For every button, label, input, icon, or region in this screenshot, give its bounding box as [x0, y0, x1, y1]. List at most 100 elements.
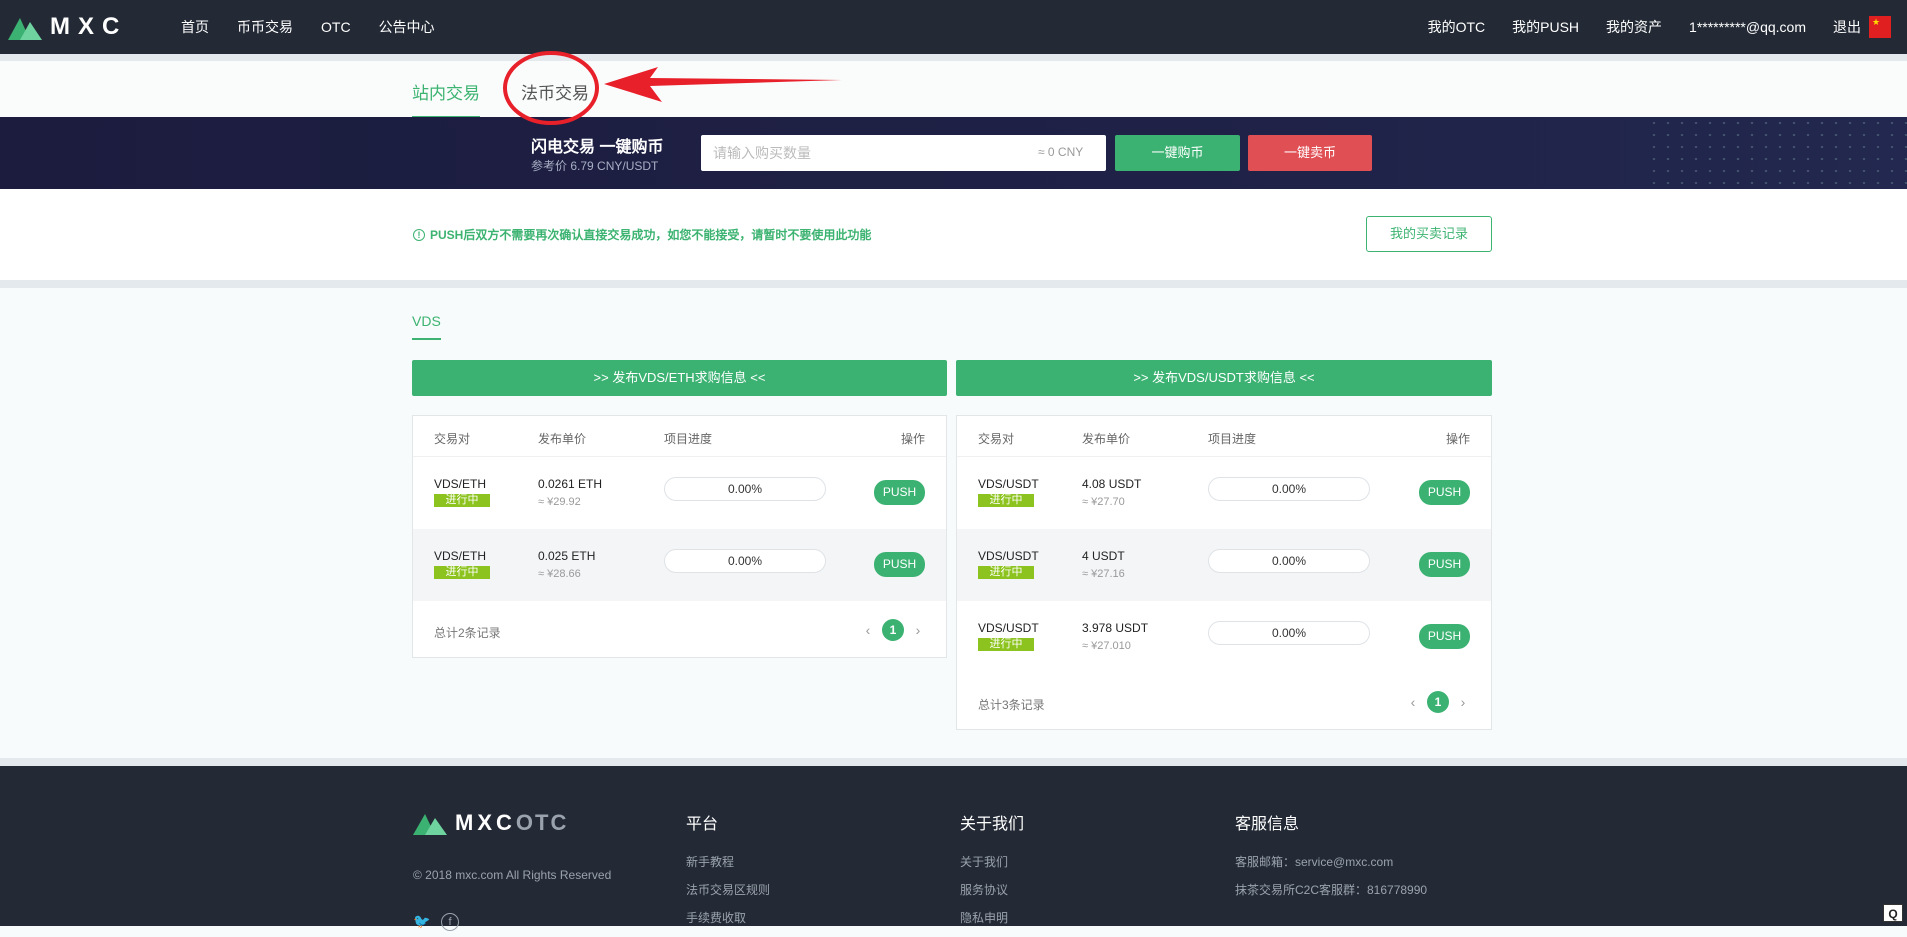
trade-tabs: 站内交易 法币交易: [0, 61, 1907, 118]
footer-link[interactable]: 关于我们: [960, 853, 1024, 870]
primary-nav: 首页 币币交易 OTC 公告中心: [181, 0, 463, 54]
divider: [0, 280, 1907, 288]
quick-buy-button[interactable]: 一键购币: [1115, 135, 1240, 171]
my-trade-records-button[interactable]: 我的买卖记录: [1366, 216, 1492, 252]
price-value: 0.0261 ETH: [538, 477, 603, 491]
service-email: 客服邮箱：service@mxc.com: [1235, 855, 1394, 869]
tab-internal-trade[interactable]: 站内交易: [412, 79, 480, 118]
main-content: VDS >> 发布VDS/ETH求购信息 << >> 发布VDS/USDT求购信…: [0, 288, 1907, 758]
table-row: VDS/ETH 进行中 0.0261 ETH ≈ ¥29.92 0.00% PUSH: [413, 457, 946, 529]
page-number[interactable]: 1: [1427, 691, 1449, 713]
push-button[interactable]: PUSH: [1419, 552, 1470, 577]
price-cny: ≈ ¥29.92: [538, 496, 581, 508]
brand-name: MXC: [50, 13, 128, 40]
info-icon: !: [413, 228, 425, 241]
status-badge: 进行中: [978, 638, 1034, 651]
col-pair: 交易对: [434, 432, 471, 446]
prev-page-icon[interactable]: ‹: [1406, 694, 1420, 710]
progress-bar: 0.00%: [1208, 621, 1370, 645]
push-button[interactable]: PUSH: [1419, 624, 1470, 649]
page-number[interactable]: 1: [882, 619, 904, 641]
footer-link[interactable]: 新手教程: [686, 853, 770, 870]
nav-user-email[interactable]: 1*********@qq.com: [1689, 19, 1806, 35]
vds-eth-panel: 交易对 发布单价 项目进度 操作 VDS/ETH 进行中 0.0261 ETH ≈ …: [412, 415, 947, 658]
reference-price: 参考价 6.79 CNY/USDT: [531, 159, 659, 173]
table-row: VDS/USDT 进行中 4.08 USDT ≈ ¥27.70 0.00% PUSH: [957, 457, 1491, 529]
pagination: ‹ 1 ›: [861, 619, 925, 641]
col-progress: 项目进度: [1208, 432, 1257, 446]
nav-announcements[interactable]: 公告中心: [379, 17, 435, 37]
footer-service: 客服信息 客服邮箱：service@mxc.com 抹茶交易所C2C客服群：81…: [1235, 810, 1427, 909]
nav-logout[interactable]: 退出: [1833, 17, 1861, 37]
status-badge: 进行中: [978, 566, 1034, 579]
social-links: 🐦 f: [413, 913, 459, 931]
divider: [0, 54, 1907, 61]
price-cny: ≈ ¥28.66: [538, 568, 581, 580]
footer-link[interactable]: 法币交易区规则: [686, 881, 770, 898]
nav-coin-trading[interactable]: 币币交易: [237, 17, 293, 37]
twitter-icon[interactable]: 🐦: [413, 913, 431, 931]
nav-my-otc[interactable]: 我的OTC: [1428, 17, 1486, 37]
footer-heading: 关于我们: [960, 816, 1025, 833]
nav-my-assets[interactable]: 我的资产: [1606, 17, 1662, 37]
mxc-logo-icon: [8, 18, 42, 40]
tab-fiat-trade[interactable]: 法币交易: [521, 79, 589, 116]
search-corner-icon[interactable]: Q: [1883, 904, 1903, 922]
pair-cell: VDS/USDT 进行中: [978, 549, 1039, 579]
copyright: © 2018 mxc.com All Rights Reserved: [413, 868, 612, 882]
table-row: VDS/USDT 进行中 4 USDT ≈ ¥27.16 0.00% PUSH: [957, 529, 1491, 601]
flash-title: 闪电交易 一键购币: [531, 139, 664, 156]
tab-vds[interactable]: VDS: [412, 313, 441, 340]
flash-trade-banner: 闪电交易 一键购币 参考价 6.79 CNY/USDT ≈ 0 CNY 一键购币…: [0, 117, 1907, 189]
footer-logo[interactable]: MXC OTC: [413, 810, 568, 836]
push-button[interactable]: PUSH: [1419, 480, 1470, 505]
footer-link[interactable]: 手续费收取: [686, 909, 770, 926]
price-cny: ≈ ¥27.010: [1082, 640, 1131, 652]
pair-name: VDS/USDT: [978, 621, 1039, 635]
col-price: 发布单价: [1082, 432, 1131, 446]
price-cell: 3.978 USDT ≈ ¥27.010: [1082, 621, 1148, 652]
price-cny: ≈ ¥27.16: [1082, 568, 1125, 580]
cn-flag-icon[interactable]: ★: [1869, 16, 1891, 38]
price-cell: 0.0261 ETH ≈ ¥29.92: [538, 477, 602, 508]
progress-bar: 0.00%: [1208, 477, 1370, 501]
price-cell: 4.08 USDT ≈ ¥27.70: [1082, 477, 1141, 508]
push-notice-text: PUSH后双方不需要再次确认直接交易成功，如您不能接受，请暂时不要使用此功能: [430, 228, 872, 242]
footer-brand: MXC: [455, 810, 516, 835]
mxc-logo[interactable]: MXC: [8, 12, 127, 42]
price-value: 0.025 ETH: [538, 549, 596, 563]
footer-platform: 平台 新手教程 法币交易区规则 手续费收取: [686, 810, 770, 937]
service-group: 抹茶交易所C2C客服群：816778990: [1235, 883, 1428, 897]
nav-home[interactable]: 首页: [181, 17, 209, 37]
vds-usdt-panel: 交易对 发布单价 项目进度 操作 VDS/USDT 进行中 4.08 USDT ≈ …: [956, 415, 1492, 730]
facebook-icon[interactable]: f: [441, 913, 459, 931]
footer-brand-otc: OTC: [515, 810, 569, 835]
prev-page-icon[interactable]: ‹: [861, 622, 875, 638]
mxc-logo-icon: [413, 814, 447, 835]
table-row: VDS/USDT 进行中 3.978 USDT ≈ ¥27.010 0.00% PU…: [957, 601, 1491, 673]
publish-vds-usdt-button[interactable]: >> 发布VDS/USDT求购信息 <<: [956, 360, 1492, 396]
pair-name: VDS/USDT: [978, 549, 1039, 563]
footer-link[interactable]: 服务协议: [960, 881, 1024, 898]
progress-bar: 0.00%: [664, 549, 826, 573]
quick-sell-button[interactable]: 一键卖币: [1248, 135, 1372, 171]
footer-link[interactable]: 隐私申明: [960, 909, 1024, 926]
total-records: 总计3条记录: [978, 698, 1045, 712]
next-page-icon[interactable]: ›: [911, 622, 925, 638]
footer-about: 关于我们 关于我们 服务协议 隐私申明: [960, 810, 1024, 937]
nav-my-push[interactable]: 我的PUSH: [1512, 17, 1579, 37]
status-badge: 进行中: [434, 566, 490, 579]
footer-heading: 客服信息: [1235, 816, 1300, 833]
notice-area: ! PUSH后双方不需要再次确认直接交易成功，如您不能接受，请暂时不要使用此功能…: [0, 189, 1907, 280]
nav-otc[interactable]: OTC: [321, 19, 351, 35]
next-page-icon[interactable]: ›: [1456, 694, 1470, 710]
col-pair: 交易对: [978, 432, 1015, 446]
account-nav: 我的OTC 我的PUSH 我的资产 1*********@qq.com 退出: [1401, 0, 1861, 54]
publish-vds-eth-button[interactable]: >> 发布VDS/ETH求购信息 <<: [412, 360, 947, 396]
col-progress: 项目进度: [664, 432, 713, 446]
pair-cell: VDS/USDT 进行中: [978, 477, 1039, 507]
table-row: VDS/ETH 进行中 0.025 ETH ≈ ¥28.66 0.00% PUSH: [413, 529, 946, 601]
push-button[interactable]: PUSH: [874, 480, 925, 505]
push-button[interactable]: PUSH: [874, 552, 925, 577]
price-cell: 4 USDT ≈ ¥27.16: [1082, 549, 1125, 580]
